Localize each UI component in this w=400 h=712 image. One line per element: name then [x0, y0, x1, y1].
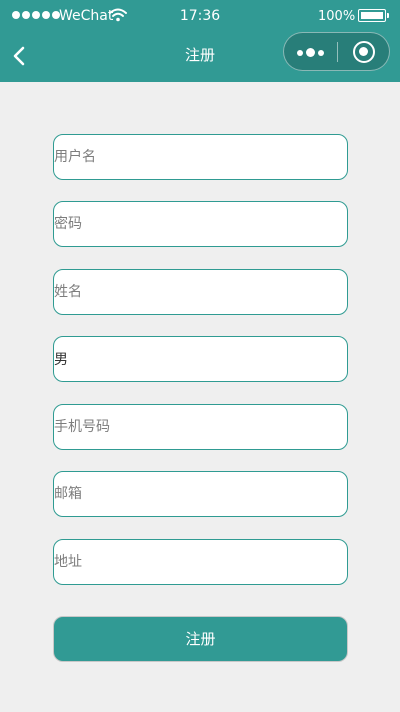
- password-input[interactable]: [54, 202, 347, 246]
- email-field[interactable]: [53, 471, 348, 517]
- capsule-close-icon[interactable]: [353, 41, 375, 63]
- register-button[interactable]: 注册: [53, 616, 348, 662]
- capsule-divider: [337, 42, 338, 62]
- username-input[interactable]: [54, 135, 347, 179]
- phone-field[interactable]: [53, 404, 348, 450]
- gender-input[interactable]: [54, 337, 347, 381]
- phone-input[interactable]: [54, 405, 347, 449]
- gender-field[interactable]: [53, 336, 348, 382]
- name-field[interactable]: [53, 269, 348, 315]
- more-dots-icon[interactable]: [297, 48, 324, 57]
- email-input[interactable]: [54, 472, 347, 516]
- top-bar: WeChat 17:36 100% 注册: [0, 0, 400, 82]
- battery-icon: [358, 9, 389, 22]
- navigation-bar: 注册: [0, 32, 400, 82]
- mini-program-capsule: [283, 32, 390, 71]
- battery-percentage: 100%: [318, 9, 356, 24]
- address-input[interactable]: [54, 540, 347, 584]
- status-bar: WeChat 17:36 100%: [0, 0, 400, 32]
- address-field[interactable]: [53, 539, 348, 585]
- username-field[interactable]: [53, 134, 348, 180]
- password-field[interactable]: [53, 201, 348, 247]
- name-input[interactable]: [54, 270, 347, 314]
